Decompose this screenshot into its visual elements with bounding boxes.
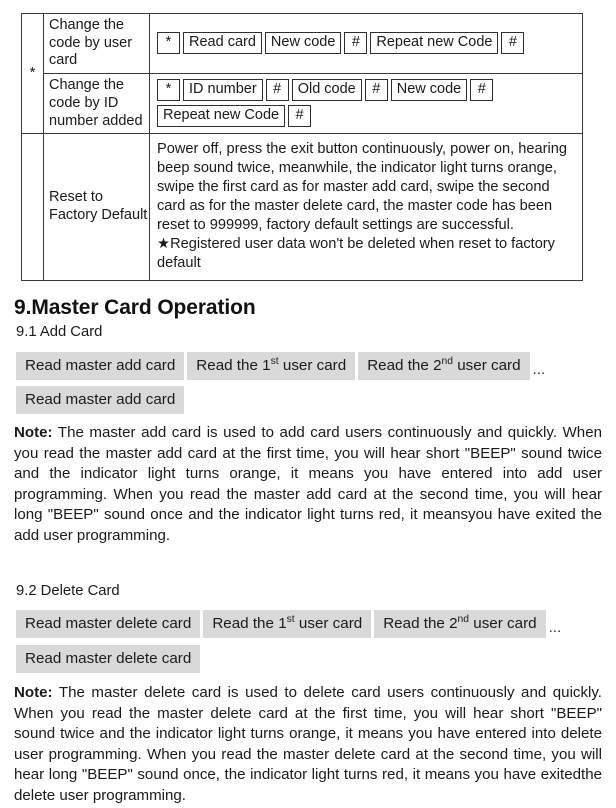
key-box: Repeat new Code [370, 31, 499, 55]
chip-ordinal-suffix: nd [441, 355, 454, 367]
chip-ordinal-number: 2 [449, 615, 458, 632]
chip-ordinal-number: 1 [278, 615, 287, 632]
chip-ordinal-suffix: st [270, 355, 279, 367]
key-box: # [265, 79, 289, 102]
table-row-body: Power off, press the exit button continu… [149, 133, 583, 282]
table-row: Reset to Factory Default Power off, pres… [21, 133, 583, 282]
chip-text-post: user card [469, 615, 537, 632]
key-box: # [364, 79, 388, 102]
key-box: # [344, 31, 368, 55]
flow-chip-master-add-card: Read master add card [16, 352, 185, 381]
chip-text-post: user card [278, 357, 347, 374]
table-star-cell: * [21, 12, 44, 135]
table-row-keys: * ID number # Old code # New code # Repeat new… [149, 73, 583, 135]
page-title: 9.Master Card Operation [14, 296, 256, 319]
subsection-heading-delete-card: 9.2 Delete Card [16, 583, 120, 599]
table-row-keys: * Read card New code # Repeat new Code # [149, 12, 583, 75]
document-page: * Change the code by user card * Read car… [0, 0, 616, 808]
programming-table: * Change the code by user card * Read car… [21, 12, 583, 282]
flow-chip-master-delete-card: Read master delete card [16, 610, 201, 639]
flow-chip-first-user-card: Read the 1st user card [203, 610, 372, 639]
chip-text-post: user card [294, 615, 363, 632]
chip-ordinal-suffix: nd [457, 613, 470, 625]
flow-ellipsis: ... [532, 361, 546, 379]
asterisk-marker: * [29, 64, 36, 82]
reset-note: ★Registered user data won't be deleted w… [157, 236, 555, 272]
key-box: Old code [291, 79, 362, 102]
table-row-label: Reset to Factory Default [43, 133, 150, 282]
chip-text-pre: Read the [196, 357, 263, 374]
chip-ordinal-suffix: st [286, 613, 295, 625]
subsection-heading-add-card: 9.1 Add Card [16, 324, 103, 340]
flow-chip-second-user-card: Read the 2nd user card [374, 610, 546, 639]
key-box: # [501, 31, 525, 55]
key-box: # [288, 105, 312, 128]
key-box: Read card [183, 31, 262, 55]
key-box: # [470, 79, 494, 102]
flow-row-add-line1: Read master add card Read the 1st user ca… [16, 352, 546, 381]
note-body: The master delete card is used to delete… [14, 684, 602, 784]
key-sequence-line: * ID number # Old code # New code # [157, 79, 576, 102]
note-add-card: Note: The master add card is used to add… [14, 423, 602, 546]
flow-chip-master-add-card-exit: Read master add card [16, 386, 185, 415]
key-box: Repeat new Code [157, 105, 286, 128]
chip-text-pre: Read the [212, 615, 279, 632]
flow-row-delete-line2: Read master delete card [16, 645, 203, 674]
flow-row-add-line2: Read master add card [16, 386, 187, 415]
chip-ordinal-number: 1 [262, 357, 271, 374]
note-delete-card: Note: The master delete card is used to … [14, 683, 602, 806]
table-row-label: Change the code by user card [43, 12, 150, 75]
key-sequence-line: Repeat new Code # [157, 105, 576, 128]
note-label: Note: [14, 424, 53, 441]
key-box: * [157, 31, 180, 55]
table-star-cell-empty [21, 133, 44, 282]
key-box: * [157, 79, 180, 102]
key-box: New code [264, 31, 342, 55]
key-sequence-line: * Read card New code # Repeat new Code # [157, 31, 576, 55]
key-box: New code [390, 79, 468, 102]
chip-text-post: user card [453, 357, 521, 374]
chip-text-pre: Read the [367, 357, 434, 374]
table-row: * Change the code by user card * Read car… [21, 12, 583, 135]
table-row-label: Change the code by ID number added [43, 73, 150, 135]
note-label: Note: [14, 684, 53, 701]
flow-chip-master-delete-card-exit: Read master delete card [16, 645, 201, 674]
table-row: Change the code by ID number added * ID n… [22, 73, 583, 135]
flow-chip-second-user-card: Read the 2nd user card [358, 352, 530, 381]
flow-ellipsis: ... [548, 619, 562, 637]
key-box: ID number [183, 79, 263, 102]
flow-chip-first-user-card: Read the 1st user card [187, 352, 356, 381]
chip-text-pre: Read the [383, 615, 450, 632]
reset-instructions: Power off, press the exit button continu… [157, 141, 567, 234]
flow-row-delete-line1: Read master delete card Read the 1st user… [16, 610, 562, 639]
chip-ordinal-number: 2 [433, 357, 442, 374]
